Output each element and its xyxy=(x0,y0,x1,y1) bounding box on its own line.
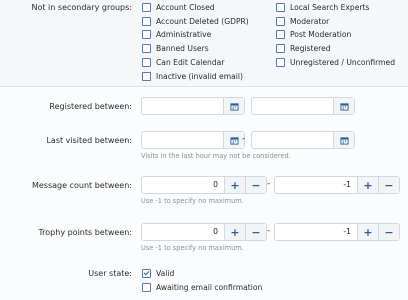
checkbox-label: Inactive (invalid email) xyxy=(156,72,243,81)
last-visited-hint: Visits in the last hour may not be consi… xyxy=(141,152,291,160)
checkbox-label: Moderator xyxy=(290,17,330,26)
decrement-button[interactable]: − xyxy=(245,224,266,240)
checkbox-icon[interactable] xyxy=(142,283,151,292)
user-state-checkbox-valid[interactable]: Valid xyxy=(142,269,174,278)
checkbox-label: Unregistered / Unconfirmed xyxy=(290,58,396,67)
checkbox-icon[interactable] xyxy=(142,3,151,12)
increment-button[interactable]: + xyxy=(224,224,245,240)
checkbox-label: Post Moderation xyxy=(290,30,352,39)
decrement-button[interactable]: − xyxy=(245,177,266,193)
checkbox-icon[interactable] xyxy=(276,30,285,39)
trophy-points-min-stepper[interactable]: 0 + − xyxy=(141,223,267,241)
trophy-points-min-value[interactable]: 0 xyxy=(142,224,224,240)
trophy-points-max-value[interactable]: -1 xyxy=(275,224,357,240)
user-state-checkbox-awaiting-email[interactable]: Awaiting email confirmation xyxy=(142,283,262,292)
registered-between-label: Registered between: xyxy=(49,102,132,111)
increment-button[interactable]: + xyxy=(224,177,245,193)
user-state-label: User state: xyxy=(88,269,132,278)
checkbox-icon[interactable] xyxy=(142,72,151,81)
checkbox-icon[interactable] xyxy=(276,58,285,67)
last-visited-between-label: Last visited between: xyxy=(46,136,132,145)
range-separator: - xyxy=(267,179,271,189)
checkbox-checked-icon[interactable] xyxy=(142,269,151,278)
checkbox-label: Valid xyxy=(156,269,175,278)
range-separator: - xyxy=(242,134,246,144)
checkbox-label: Administrative xyxy=(156,30,212,39)
group-checkbox-banned-users[interactable]: Banned Users xyxy=(142,44,209,53)
checkbox-label: Banned Users xyxy=(156,44,209,53)
checkbox-label: Account Deleted (GDPR) xyxy=(156,17,249,26)
group-checkbox-administrative[interactable]: Administrative xyxy=(142,30,211,39)
group-checkbox-post-moderation[interactable]: Post Moderation xyxy=(276,30,351,39)
message-count-between-label: Message count between: xyxy=(31,181,132,190)
secondary-groups-label: Not in secondary groups: xyxy=(31,3,133,12)
checkbox-icon[interactable] xyxy=(276,44,285,53)
registered-end-date-input[interactable] xyxy=(251,97,355,115)
calendar-icon[interactable] xyxy=(223,98,244,114)
last-visited-start-date-input[interactable] xyxy=(141,131,245,149)
checkbox-label: Registered xyxy=(290,44,331,53)
checkbox-label: Account Closed xyxy=(156,3,215,12)
calendar-icon[interactable] xyxy=(223,132,244,148)
trophy-points-between-label: Trophy points between: xyxy=(38,228,132,237)
checkbox-icon[interactable] xyxy=(142,30,151,39)
secondary-groups-section: Not in secondary groups: Account Closed … xyxy=(0,0,408,87)
checkbox-label: Can Edit Calendar xyxy=(156,58,225,67)
checkbox-icon[interactable] xyxy=(276,3,285,12)
group-checkbox-account-closed[interactable]: Account Closed xyxy=(142,3,215,12)
message-count-min-stepper[interactable]: 0 + − xyxy=(141,176,267,194)
message-count-hint: Use -1 to specify no maximum. xyxy=(141,197,244,205)
range-separator: - xyxy=(267,226,271,236)
checkbox-icon[interactable] xyxy=(276,17,285,26)
trophy-points-hint: Use -1 to specify no maximum. xyxy=(141,244,244,252)
trophy-points-max-stepper[interactable]: -1 + − xyxy=(274,223,400,241)
calendar-icon[interactable] xyxy=(333,132,354,148)
checkbox-label: Awaiting email confirmation xyxy=(156,283,263,292)
checkbox-label: Local Search Experts xyxy=(290,3,370,12)
group-checkbox-unregistered[interactable]: Unregistered / Unconfirmed xyxy=(276,58,395,67)
checkbox-icon[interactable] xyxy=(142,58,151,67)
increment-button[interactable]: + xyxy=(357,177,378,193)
calendar-icon[interactable] xyxy=(333,98,354,114)
decrement-button[interactable]: − xyxy=(378,224,399,240)
checkbox-icon[interactable] xyxy=(142,17,151,26)
group-checkbox-moderator[interactable]: Moderator xyxy=(276,17,329,26)
increment-button[interactable]: + xyxy=(357,224,378,240)
last-visited-end-date-input[interactable] xyxy=(251,131,355,149)
group-checkbox-local-search-experts[interactable]: Local Search Experts xyxy=(276,3,369,12)
message-count-max-value[interactable]: -1 xyxy=(275,177,357,193)
decrement-button[interactable]: − xyxy=(378,177,399,193)
group-checkbox-account-deleted[interactable]: Account Deleted (GDPR) xyxy=(142,17,249,26)
message-count-max-stepper[interactable]: -1 + − xyxy=(274,176,400,194)
group-checkbox-can-edit-calendar[interactable]: Can Edit Calendar xyxy=(142,58,224,67)
group-checkbox-registered[interactable]: Registered xyxy=(276,44,331,53)
checkbox-icon[interactable] xyxy=(142,44,151,53)
group-checkbox-inactive[interactable]: Inactive (invalid email) xyxy=(142,72,243,81)
message-count-min-value[interactable]: 0 xyxy=(142,177,224,193)
registered-start-date-input[interactable] xyxy=(141,97,245,115)
